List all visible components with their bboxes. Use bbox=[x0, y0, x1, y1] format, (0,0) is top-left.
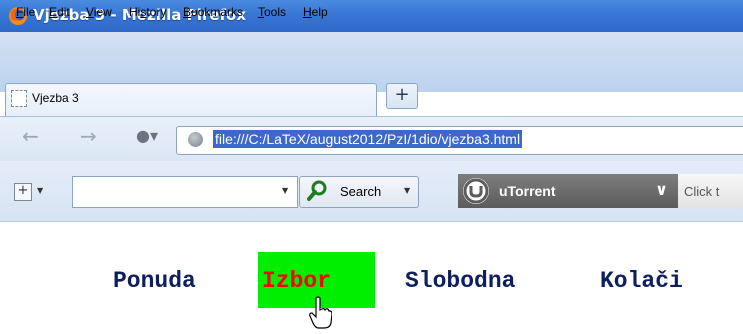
new-tab-button[interactable]: + bbox=[386, 83, 418, 109]
search-button-label: Search bbox=[340, 184, 382, 199]
utorrent-logo-icon bbox=[463, 178, 489, 204]
nav-link-slobodna[interactable]: Slobodna bbox=[405, 268, 515, 294]
utorrent-click-text: Click t bbox=[684, 184, 720, 199]
menu-tools[interactable]: Tools bbox=[258, 5, 286, 19]
menu-history[interactable]: History bbox=[129, 5, 166, 19]
back-arrow-icon[interactable]: ← bbox=[22, 124, 39, 148]
nav-link-kolaci[interactable]: Kolači bbox=[600, 268, 683, 294]
forward-arrow-icon[interactable]: → bbox=[80, 124, 97, 148]
menu-bar bbox=[0, 32, 743, 56]
history-dropdown-icon[interactable]: ●▾ bbox=[136, 126, 158, 145]
tab-label: Vjezba 3 bbox=[32, 91, 79, 105]
hand-pointer-cursor-icon bbox=[309, 296, 332, 329]
nav-link-ponuda[interactable]: Ponuda bbox=[113, 268, 196, 294]
chevron-down-icon[interactable]: ▼ bbox=[37, 186, 43, 195]
url-text[interactable]: file:///C:/LaTeX/august2012/PzI/1dio/vje… bbox=[213, 130, 523, 148]
menu-help[interactable]: Help bbox=[303, 5, 328, 19]
search-dropdown-icon[interactable]: ▼ bbox=[282, 186, 288, 195]
menu-bookmarks[interactable]: Bookmarks bbox=[183, 5, 243, 19]
search-icon bbox=[307, 180, 327, 201]
nav-link-izbor[interactable]: Izbor bbox=[262, 268, 331, 294]
menu-file[interactable]: File bbox=[16, 5, 35, 19]
chevron-down-icon[interactable]: ∨ bbox=[655, 180, 668, 199]
menu-edit[interactable]: Edit bbox=[49, 5, 70, 19]
chevron-down-icon[interactable]: ▼ bbox=[404, 186, 410, 195]
page-icon bbox=[11, 90, 27, 107]
utorrent-label: uTorrent bbox=[499, 183, 556, 199]
search-input[interactable] bbox=[72, 176, 298, 208]
globe-icon bbox=[188, 132, 203, 147]
menu-view[interactable]: View bbox=[86, 5, 112, 19]
add-engine-icon[interactable]: + bbox=[14, 183, 32, 201]
